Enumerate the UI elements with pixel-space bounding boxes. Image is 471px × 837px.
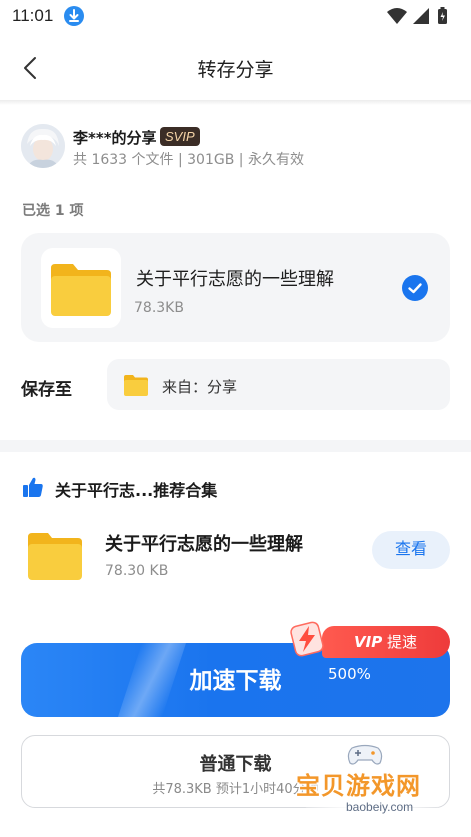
check-icon[interactable]	[402, 275, 428, 301]
status-icons	[385, 6, 455, 26]
view-button[interactable]: 查看	[372, 531, 450, 569]
lightning-icon	[288, 620, 326, 658]
share-meta: 共 1633 个文件 | 301GB | 永久有效	[73, 152, 304, 168]
watermark-text: 宝贝游戏网	[296, 772, 421, 800]
selected-count: 已选 1 项	[22, 203, 84, 219]
save-location-value: 来自：分享	[162, 378, 238, 396]
wifi-icon	[387, 8, 407, 24]
vip-speedup-tag: VIP 提速500%	[322, 626, 450, 683]
status-time: 11:01	[12, 6, 54, 25]
recommend-title: 关于平行志...推荐合集	[55, 481, 218, 500]
gamepad-icon	[346, 744, 384, 766]
folder-icon	[123, 373, 149, 397]
thumbs-up-icon	[22, 476, 44, 498]
save-location-selector[interactable]	[107, 359, 450, 410]
svip-badge: SVIP	[160, 127, 200, 146]
save-to-label: 保存至	[21, 380, 72, 400]
sharer-name: 李***的分享	[73, 129, 157, 147]
download-notification-icon	[64, 6, 84, 26]
file-name: 关于平行志愿的一些理解	[136, 269, 334, 290]
section-divider	[0, 440, 471, 452]
battery-icon	[438, 7, 447, 24]
folder-icon	[49, 260, 113, 318]
vip-tag-label: VIP	[354, 633, 383, 651]
page-title: 转存分享	[197, 59, 274, 81]
watermark-domain: baobeiy.com	[346, 800, 414, 814]
recommend-item-size: 78.30 KB	[105, 563, 169, 579]
folder-icon	[26, 530, 84, 582]
file-size: 78.3KB	[134, 300, 184, 316]
nav-divider	[0, 100, 471, 105]
recommend-item-name[interactable]: 关于平行志愿的一些理解	[105, 530, 303, 556]
signal-icon	[413, 8, 429, 24]
avatar[interactable]	[21, 124, 65, 168]
